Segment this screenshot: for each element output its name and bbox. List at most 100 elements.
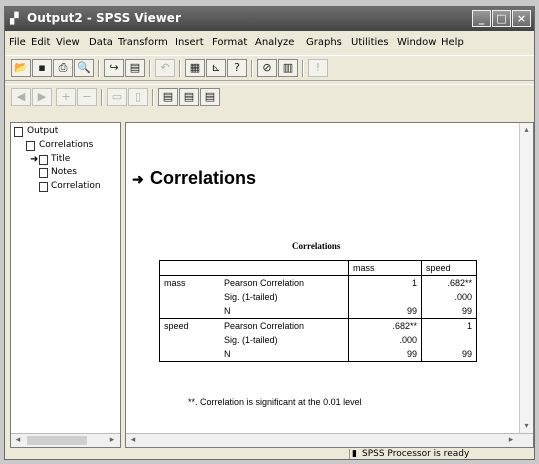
group-book-icon [26,141,35,151]
menu-window[interactable]: Window [397,37,436,48]
menu-edit[interactable]: Edit [31,37,50,48]
menu-insert[interactable]: Insert [175,37,204,48]
processor-status-text: SPSS Processor is ready [362,449,470,459]
menu-utilities[interactable]: Utilities [351,37,389,48]
cell-speed: 99 [421,347,477,362]
scroll-thumb[interactable] [27,436,87,445]
output-heading: ➜ Correlations [132,168,256,189]
scroll-right-icon[interactable]: ▸ [504,434,518,447]
use-sets-icon[interactable]: ⊘ [257,59,277,77]
toolbar-separator [152,89,154,106]
content-vertical-scrollbar[interactable]: ▴ ▾ [519,123,533,433]
row-statistic: N [220,347,349,362]
menu-graphs[interactable]: Graphs [306,37,342,48]
current-item-arrow-icon: ➜ [132,171,144,187]
demote-icon[interactable]: ▶ [32,88,52,106]
cell-speed: 99 [421,304,477,319]
corner-cell [220,260,349,276]
expand-icon[interactable]: + [56,88,76,106]
cell-mass: .682** [348,318,422,333]
scroll-up-icon[interactable]: ▴ [520,123,533,137]
scroll-down-icon[interactable]: ▾ [520,419,533,433]
dialog-recall-icon[interactable]: ▤ [125,59,145,77]
table-row: speed Pearson Correlation .682** 1 [159,318,477,333]
menu-help[interactable]: Help [441,37,464,48]
toolbar-separator [251,60,253,77]
collapse-icon[interactable]: − [77,88,97,106]
insert-title-icon[interactable]: ▤ [179,88,199,106]
maximize-button[interactable]: □ [492,10,511,27]
save-icon[interactable]: ▪ [32,59,52,77]
outline-root[interactable]: Output [27,126,58,136]
cell-mass: 99 [348,347,422,362]
column-header-mass: mass [348,260,422,276]
row-variable: mass [159,275,220,290]
row-variable [159,347,220,362]
toolbar-separator [179,60,181,77]
table-title: Correlations [292,241,341,251]
toolbar-separator [101,89,103,106]
menu-data[interactable]: Data [89,37,113,48]
outline-item-title[interactable]: Title [51,154,70,164]
table-row: Sig. (1-tailed) .000 [159,290,477,304]
insert-heading-icon[interactable]: ▤ [158,88,178,106]
scroll-left-icon[interactable]: ◂ [126,434,140,447]
scroll-right-icon[interactable]: ▸ [105,434,119,447]
close-button[interactable]: × [512,10,531,27]
goto-data-icon[interactable]: ▦ [185,59,205,77]
open-icon[interactable]: 📂 [11,59,31,77]
cell-mass: 1 [348,275,422,290]
designate-window-icon[interactable]: ! [308,59,328,77]
cell-mass: 99 [348,304,422,319]
output-book-icon [14,127,23,137]
table-row: Sig. (1-tailed) .000 [159,333,477,347]
main-toolbar: 📂 ▪ ⎙ 🔍 ↪ ▤ ↶ ▦ ⊾ ? ⊘ ▥ ! [5,55,534,81]
menu-file[interactable]: File [9,37,26,48]
title-bar[interactable]: ▞ Output2 - SPSS Viewer _ □ × [5,7,534,31]
hide-icon[interactable]: ▯ [128,88,148,106]
outline-group[interactable]: Correlations [39,140,93,150]
print-preview-icon[interactable]: 🔍 [74,59,94,77]
table-row: N 99 99 [159,304,477,319]
toolbar-separator [98,60,100,77]
menu-transform[interactable]: Transform [118,37,168,48]
row-variable [159,304,220,319]
table-row: mass Pearson Correlation 1 .682** [159,275,477,290]
promote-icon[interactable]: ◀ [11,88,31,106]
minimize-button[interactable]: _ [472,10,491,27]
table-doc-icon [39,182,48,192]
menu-bar: File Edit View Data Transform Insert For… [5,34,534,52]
spss-app-icon: ▞ [10,12,19,25]
undo-icon[interactable]: ↶ [155,59,175,77]
column-header-speed: speed [421,260,477,276]
window-title: Output2 - SPSS Viewer [27,11,181,25]
menu-analyze[interactable]: Analyze [255,37,294,48]
outline-item-notes[interactable]: Notes [51,167,77,177]
row-variable: speed [159,318,220,333]
output-content-pane[interactable]: ➜ Correlations Correlations mass speed ma… [125,122,534,448]
scroll-left-icon[interactable]: ◂ [11,434,25,447]
row-statistic: Sig. (1-tailed) [220,290,349,304]
menu-format[interactable]: Format [212,37,247,48]
select-output-icon[interactable]: ▥ [278,59,298,77]
outline-horizontal-scrollbar[interactable]: ◂ ▸ [11,433,120,447]
export-icon[interactable]: ↪ [104,59,124,77]
cell-mass: .000 [348,333,422,347]
print-icon[interactable]: ⎙ [53,59,73,77]
variables-icon[interactable]: ? [227,59,247,77]
cell-speed: .682** [421,275,477,290]
insert-text-icon[interactable]: ▤ [200,88,220,106]
row-variable [159,333,220,347]
corner-cell [159,260,220,276]
correlations-table[interactable]: mass speed mass Pearson Correlation 1 .6… [159,260,477,362]
notes-doc-icon [39,168,48,178]
show-icon[interactable]: ▭ [107,88,127,106]
title-doc-icon [39,155,48,165]
goto-chart-icon[interactable]: ⊾ [206,59,226,77]
processor-icon: ▮ [352,449,357,459]
outline-pane[interactable]: Output Correlations ➜ Title Notes Correl… [10,122,121,448]
menu-view[interactable]: View [56,37,80,48]
spss-viewer-window: ▞ Output2 - SPSS Viewer _ □ × File Edit … [4,6,535,460]
content-horizontal-scrollbar[interactable]: ◂ ▸ [126,433,533,447]
outline-item-correlations[interactable]: Correlation [51,181,101,191]
